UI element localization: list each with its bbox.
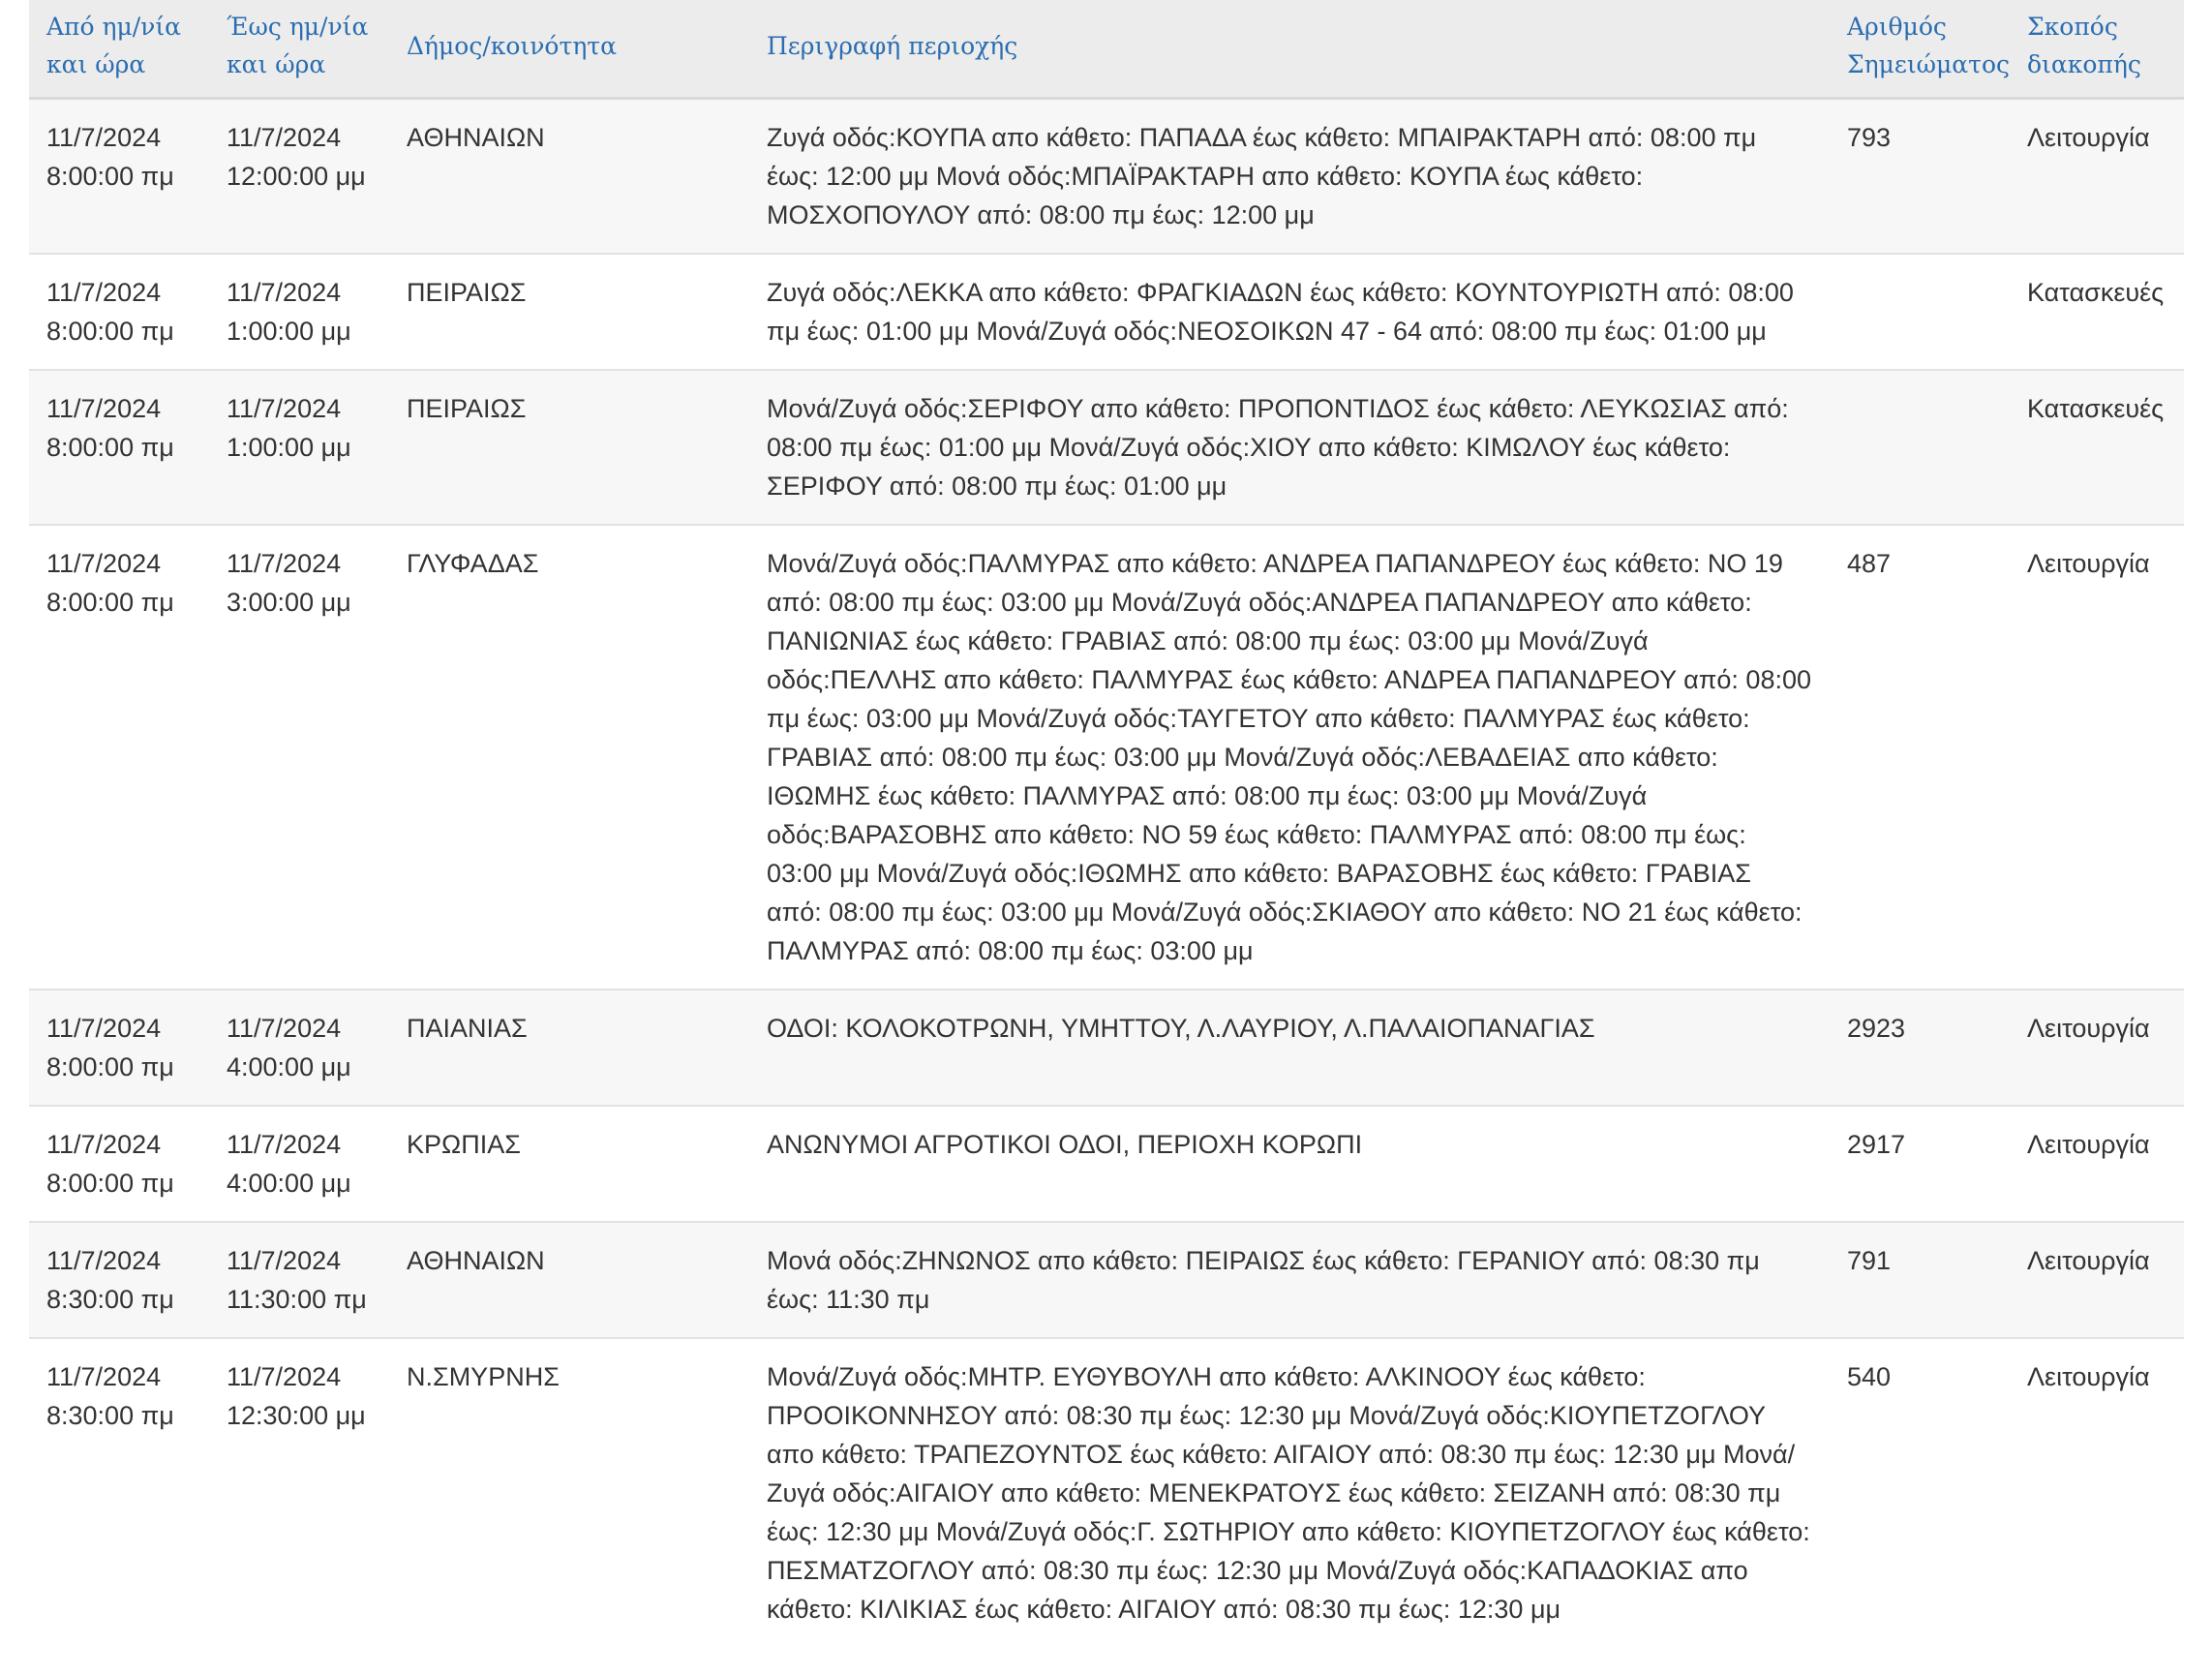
cell-area-description: ΟΔΟΙ: ΚΟΛΟΚΟΤΡΩΝΗ, ΥΜΗΤΤΟΥ, Λ.ΛΑΥΡΙΟΥ, Λ… <box>749 989 1830 1106</box>
cell-municipality: ΑΘΗΝΑΙΩΝ <box>389 1221 749 1338</box>
cell-outage-purpose: Λειτουργία <box>2010 1337 2184 1647</box>
cell-municipality: ΓΛΥΦΑΔΑΣ <box>389 524 749 990</box>
table-row: 11/7/2024 8:00:00 πμ 11/7/2024 1:00:00 μμ… <box>29 369 2184 525</box>
column-header-municipality[interactable]: Δήμος/κοινότητα <box>389 0 749 100</box>
cell-to-datetime: 11/7/2024 11:30:00 πμ <box>209 1221 389 1338</box>
cell-area-description: Μονά/Ζυγά οδός:ΣΕΡΙΦΟΥ απο κάθετο: ΠΡΟΠΟ… <box>749 369 1830 525</box>
cell-from-datetime: 11/7/2024 8:00:00 πμ <box>29 253 209 370</box>
header-row: Από ημ/νία και ώρα Έως ημ/νία και ώρα Δή… <box>29 0 2184 100</box>
cell-note-number: 2917 <box>1830 1105 2010 1222</box>
cell-to-datetime: 11/7/2024 12:00:00 μμ <box>209 97 389 254</box>
cell-area-description: Μονά/Ζυγά οδός:ΜΗΤΡ. ΕΥΘΥΒΟΥΛΗ απο κάθετ… <box>749 1337 1830 1647</box>
table-row: 11/7/2024 8:00:00 πμ 11/7/2024 4:00:00 μμ… <box>29 1105 2184 1222</box>
cell-note-number: 2923 <box>1830 989 2010 1106</box>
cell-outage-purpose: Λειτουργία <box>2010 989 2184 1106</box>
column-header-from[interactable]: Από ημ/νία και ώρα <box>29 0 209 100</box>
column-header-purpose[interactable]: Σκοπός διακοπής <box>2010 0 2184 100</box>
cell-from-datetime: 11/7/2024 8:00:00 πμ <box>29 97 209 254</box>
cell-from-datetime: 11/7/2024 8:00:00 πμ <box>29 1105 209 1222</box>
cell-municipality: ΚΡΩΠΙΑΣ <box>389 1105 749 1222</box>
table-row: 11/7/2024 8:00:00 πμ 11/7/2024 4:00:00 μμ… <box>29 989 2184 1106</box>
table-row: 11/7/2024 8:00:00 πμ 11/7/2024 1:00:00 μμ… <box>29 253 2184 370</box>
column-header-description[interactable]: Περιγραφή περιοχής <box>749 0 1830 100</box>
cell-from-datetime: 11/7/2024 8:30:00 πμ <box>29 1337 209 1647</box>
cell-outage-purpose: Κατασκευές <box>2010 369 2184 525</box>
cell-note-number: 791 <box>1830 1221 2010 1338</box>
cell-from-datetime: 11/7/2024 8:00:00 πμ <box>29 369 209 525</box>
cell-area-description: Μονά οδός:ΖΗΝΩΝΟΣ απο κάθετο: ΠΕΙΡΑΙΩΣ έ… <box>749 1221 1830 1338</box>
table-row: 11/7/2024 8:00:00 πμ 11/7/2024 12:00:00 μ… <box>29 97 2184 254</box>
table-row: 11/7/2024 8:00:00 πμ 11/7/2024 3:00:00 μμ… <box>29 524 2184 990</box>
cell-municipality: ΠΑΙΑΝΙΑΣ <box>389 989 749 1106</box>
cell-municipality: ΠΕΙΡΑΙΩΣ <box>389 369 749 525</box>
cell-to-datetime: 11/7/2024 1:00:00 μμ <box>209 369 389 525</box>
column-header-to[interactable]: Έως ημ/νία και ώρα <box>209 0 389 100</box>
cell-area-description: ΑΝΩΝΥΜΟΙ ΑΓΡΟΤΙΚΟΙ ΟΔΟΙ, ΠΕΡΙΟΧΗ ΚΟΡΩΠΙ <box>749 1105 1830 1222</box>
cell-municipality: Ν.ΣΜΥΡΝΗΣ <box>389 1337 749 1647</box>
cell-from-datetime: 11/7/2024 8:00:00 πμ <box>29 524 209 990</box>
cell-from-datetime: 11/7/2024 8:00:00 πμ <box>29 989 209 1106</box>
outage-table-container: Από ημ/νία και ώρα Έως ημ/νία και ώρα Δή… <box>29 0 2184 1647</box>
cell-outage-purpose: Λειτουργία <box>2010 97 2184 254</box>
table-row: 11/7/2024 8:30:00 πμ 11/7/2024 12:30:00 μ… <box>29 1337 2184 1647</box>
table-row: 11/7/2024 8:30:00 πμ 11/7/2024 11:30:00 π… <box>29 1221 2184 1338</box>
table-header: Από ημ/νία και ώρα Έως ημ/νία και ώρα Δή… <box>29 0 2184 100</box>
cell-outage-purpose: Λειτουργία <box>2010 1221 2184 1338</box>
cell-from-datetime: 11/7/2024 8:30:00 πμ <box>29 1221 209 1338</box>
cell-note-number: 487 <box>1830 524 2010 990</box>
cell-area-description: Μονά/Ζυγά οδός:ΠΑΛΜΥΡΑΣ απο κάθετο: ΑΝΔΡ… <box>749 524 1830 990</box>
cell-outage-purpose: Λειτουργία <box>2010 524 2184 990</box>
cell-municipality: ΠΕΙΡΑΙΩΣ <box>389 253 749 370</box>
cell-note-number <box>1830 369 2010 525</box>
cell-to-datetime: 11/7/2024 4:00:00 μμ <box>209 989 389 1106</box>
cell-note-number: 793 <box>1830 97 2010 254</box>
table-body: 11/7/2024 8:00:00 πμ 11/7/2024 12:00:00 μ… <box>29 97 2184 1647</box>
column-header-note-number[interactable]: Αριθμός Σημειώματος <box>1830 0 2010 100</box>
cell-to-datetime: 11/7/2024 3:00:00 μμ <box>209 524 389 990</box>
cell-area-description: Ζυγά οδός:ΚΟΥΠΑ απο κάθετο: ΠΑΠΑΔΑ έως κ… <box>749 97 1830 254</box>
cell-municipality: ΑΘΗΝΑΙΩΝ <box>389 97 749 254</box>
cell-to-datetime: 11/7/2024 1:00:00 μμ <box>209 253 389 370</box>
cell-to-datetime: 11/7/2024 12:30:00 μμ <box>209 1337 389 1647</box>
cell-area-description: Ζυγά οδός:ΛΕΚΚΑ απο κάθετο: ΦΡΑΓΚΙΑΔΩΝ έ… <box>749 253 1830 370</box>
cell-to-datetime: 11/7/2024 4:00:00 μμ <box>209 1105 389 1222</box>
cell-note-number <box>1830 253 2010 370</box>
cell-outage-purpose: Κατασκευές <box>2010 253 2184 370</box>
cell-outage-purpose: Λειτουργία <box>2010 1105 2184 1222</box>
cell-note-number: 540 <box>1830 1337 2010 1647</box>
outage-table: Από ημ/νία και ώρα Έως ημ/νία και ώρα Δή… <box>29 0 2184 1647</box>
